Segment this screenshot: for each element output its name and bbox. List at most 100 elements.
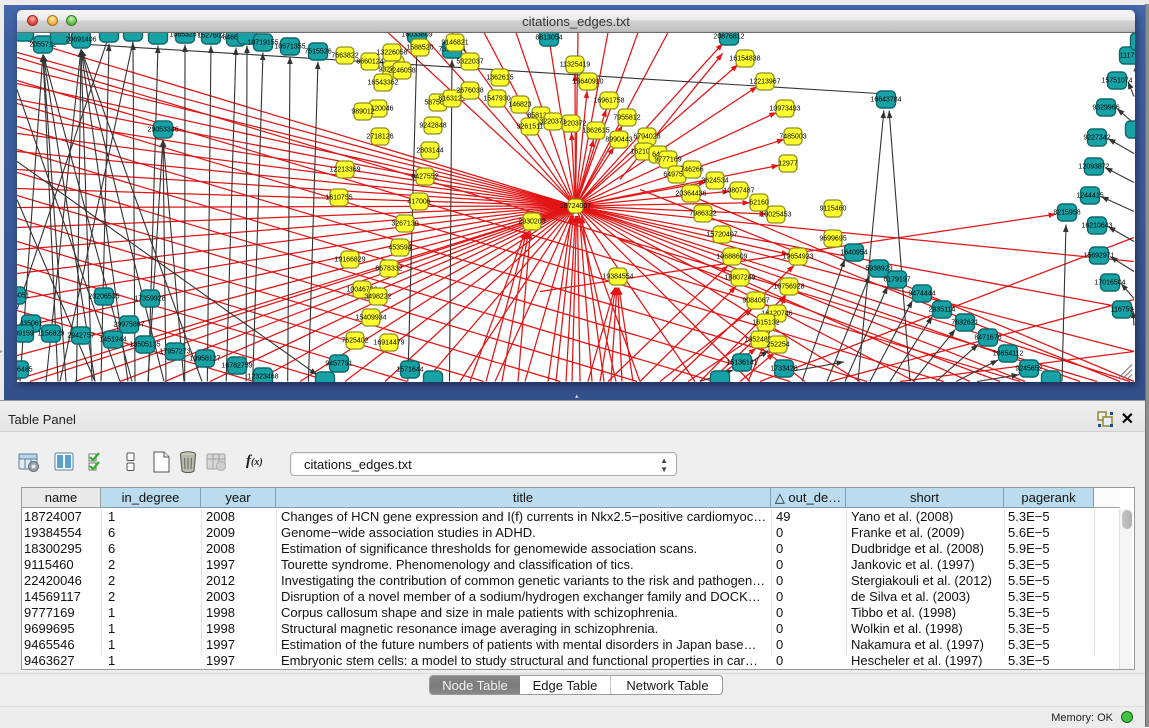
svg-text:989012: 989012	[351, 109, 374, 116]
svg-text:7632621: 7632621	[951, 320, 978, 327]
svg-text:13226058: 13226058	[376, 50, 407, 57]
svg-text:2930203: 2930203	[518, 219, 545, 226]
svg-text:62160: 62160	[749, 200, 769, 207]
svg-text:116753: 116753	[1111, 307, 1134, 314]
svg-text:16782759: 16782759	[221, 363, 252, 370]
svg-text:1610755: 1610755	[325, 195, 352, 202]
svg-text:12977: 12977	[778, 161, 798, 168]
svg-text:9115460: 9115460	[820, 206, 847, 213]
svg-text:9777169: 9777169	[654, 157, 681, 164]
svg-text:252254: 252254	[766, 342, 789, 349]
svg-text:8427552: 8427552	[411, 174, 438, 181]
svg-text:1451944: 1451944	[99, 337, 126, 344]
svg-text:9474444: 9474444	[908, 291, 935, 298]
svg-text:15720407: 15720407	[706, 232, 737, 239]
svg-text:15692971: 15692971	[1083, 253, 1114, 260]
svg-text:13505135: 13505135	[129, 342, 160, 349]
svg-text:1733426: 1733426	[770, 366, 797, 373]
svg-text:8813054: 8813054	[535, 35, 562, 42]
svg-text:5322037: 5322037	[456, 59, 483, 66]
svg-text:10653267: 10653267	[169, 33, 200, 39]
svg-text:20364436: 20364436	[675, 191, 706, 198]
svg-text:1571644: 1571644	[396, 367, 423, 374]
svg-text:12323468: 12323468	[247, 374, 278, 381]
svg-text:9699695: 9699695	[819, 236, 846, 243]
svg-text:20876812: 20876812	[713, 34, 744, 41]
svg-text:10654112: 10654112	[993, 351, 1024, 358]
svg-text:16543362: 16543362	[367, 80, 398, 87]
svg-text:7515526: 7515526	[304, 49, 331, 56]
svg-text:15136141: 15136141	[726, 360, 757, 367]
svg-text:13640910: 13640910	[572, 79, 603, 86]
svg-text:16154838: 16154838	[729, 56, 760, 63]
svg-text:16210643: 16210643	[1081, 223, 1112, 230]
svg-text:20691406: 20691406	[65, 37, 96, 44]
svg-text:3624534: 3624534	[701, 178, 728, 185]
svg-text:1362615: 1362615	[486, 75, 513, 82]
svg-text:1588520: 1588520	[406, 45, 433, 52]
svg-text:19654923: 19654923	[782, 254, 813, 261]
svg-text:3498222: 3498222	[364, 294, 391, 301]
svg-text:10973493: 10973493	[769, 106, 800, 113]
svg-text:6794028: 6794028	[633, 134, 660, 141]
svg-text:2246058: 2246058	[388, 68, 415, 75]
svg-text:9245652: 9245652	[1015, 366, 1042, 373]
svg-text:15751074: 15751074	[1101, 78, 1132, 85]
svg-text:10958127: 10958127	[189, 356, 220, 363]
svg-text:2718126: 2718126	[366, 134, 393, 141]
svg-text:1527602: 1527602	[197, 33, 224, 40]
svg-text:17359928: 17359928	[134, 296, 165, 303]
svg-text:8660124: 8660124	[356, 59, 383, 66]
svg-text:1244415: 1244415	[1076, 193, 1103, 200]
svg-text:20206535: 20206535	[88, 294, 119, 301]
svg-text:19384554: 19384554	[602, 274, 633, 281]
svg-text:15409934: 15409934	[355, 315, 386, 322]
svg-text:11325419: 11325419	[560, 62, 591, 69]
svg-text:18724007: 18724007	[560, 203, 591, 210]
svg-text:9242848: 9242848	[419, 123, 446, 130]
svg-text:1547930: 1547930	[483, 96, 510, 103]
svg-text:10688609: 10688609	[716, 254, 747, 261]
svg-text:3220371: 3220371	[539, 119, 566, 126]
svg-text:12093872: 12093872	[1078, 164, 1109, 171]
svg-text:10756928: 10756928	[773, 284, 804, 291]
svg-text:2676038: 2676038	[456, 88, 483, 95]
svg-text:7485003: 7485003	[779, 134, 806, 141]
svg-text:7986322: 7986322	[689, 211, 716, 218]
svg-text:9329966: 9329966	[1092, 105, 1119, 112]
svg-text:10807487: 10807487	[723, 188, 754, 195]
svg-text:1640954: 1640954	[840, 250, 867, 257]
svg-text:146823: 146823	[508, 102, 531, 109]
svg-text:1615132: 1615132	[752, 320, 779, 327]
svg-text:16961758: 16961758	[593, 98, 624, 105]
svg-text:16033809: 16033809	[401, 33, 432, 39]
svg-text:2942757: 2942757	[67, 333, 94, 340]
svg-text:16643784: 16643784	[870, 97, 901, 104]
svg-text:12213369: 12213369	[329, 167, 360, 174]
svg-text:1362615: 1362615	[582, 128, 609, 135]
svg-text:9146821: 9146821	[441, 40, 468, 47]
svg-text:8678332: 8678332	[375, 266, 402, 273]
svg-text:19166829: 19166829	[334, 257, 365, 264]
svg-text:8471676: 8471676	[974, 335, 1001, 342]
svg-text:3267130: 3267130	[391, 221, 418, 228]
svg-text:6179197: 6179197	[883, 277, 910, 284]
svg-text:29053346: 29053346	[147, 127, 178, 134]
svg-text:2616051: 2616051	[17, 293, 30, 300]
svg-text:39159: 39159	[17, 331, 34, 338]
svg-text:746266: 746266	[680, 167, 703, 174]
svg-text:1156829: 1156829	[38, 331, 65, 338]
svg-text:8215958: 8215958	[1053, 210, 1080, 217]
svg-text:16914479: 16914479	[373, 340, 404, 347]
svg-text:12213967: 12213967	[749, 79, 780, 86]
svg-text:9457791: 9457791	[325, 361, 352, 368]
svg-text:2803144: 2803144	[416, 148, 443, 155]
svg-text:3716485: 3716485	[17, 367, 33, 374]
svg-text:17957273: 17957273	[159, 349, 190, 356]
svg-text:8990443: 8990443	[605, 137, 632, 144]
svg-text:417006: 417006	[407, 199, 430, 206]
svg-text:10671355: 10671355	[274, 44, 305, 51]
svg-text:18807249: 18807249	[724, 275, 755, 282]
svg-text:7955812: 7955812	[613, 115, 640, 122]
svg-text:11175: 11175	[1120, 53, 1135, 60]
